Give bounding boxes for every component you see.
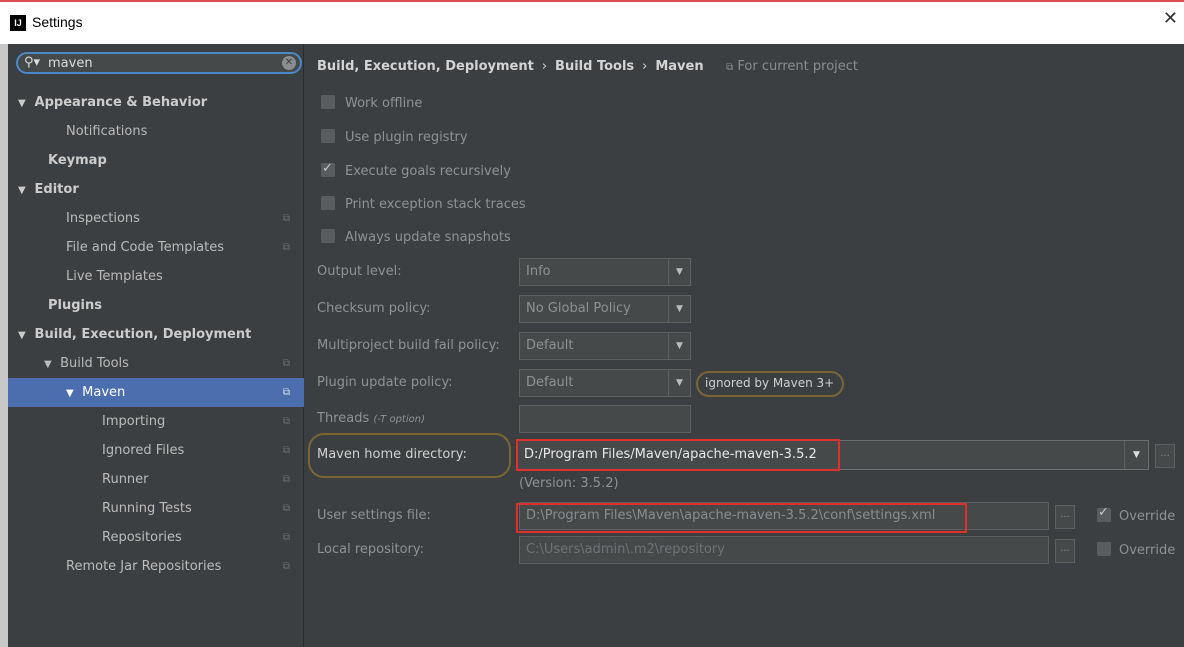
tree-item-runner[interactable]: Runner ⧉ [8, 465, 304, 494]
tree-item-appearance-behavior[interactable]: ▼ Appearance & Behavior [8, 88, 304, 117]
project-scope-icon: ⧉ [726, 62, 734, 73]
settings-content: Build, Execution, Deployment › Build Tools… [305, 44, 1184, 647]
checkbox-box-checked[interactable] [321, 158, 335, 180]
plugin-update-note: ignored by Maven 3+ [705, 376, 835, 390]
project-scope-icon: ⧉ [282, 561, 290, 572]
multiproject-fail-policy-label: Multiproject build fail policy: [317, 338, 500, 353]
maven-version-text: (Version: 3.5.2) [519, 476, 619, 491]
expand-arrow-icon[interactable]: ▼ [44, 350, 56, 379]
expand-arrow-icon[interactable]: ▼ [66, 379, 78, 408]
project-scope-icon: ⧉ [282, 532, 290, 543]
highlight-box [516, 503, 967, 533]
update-snapshots-checkbox[interactable]: Always update snapshots [321, 227, 511, 249]
project-scope-icon: ⧉ [282, 242, 290, 253]
dropdown-arrow-icon[interactable]: ▼ [668, 333, 690, 359]
checksum-policy-label: Checksum policy: [317, 301, 431, 316]
plugin-registry-checkbox[interactable]: Use plugin registry [321, 127, 468, 149]
output-level-label: Output level: [317, 264, 402, 279]
dropdown-arrow-icon[interactable]: ▼ [668, 259, 690, 285]
project-scope-icon: ⧉ [282, 358, 290, 369]
tree-item-repositories[interactable]: Repositories ⧉ [8, 523, 304, 552]
user-settings-label: User settings file: [317, 508, 431, 523]
expand-arrow-icon[interactable]: ▼ [18, 89, 30, 118]
project-scope-icon: ⧉ [282, 387, 290, 398]
browse-button[interactable]: ... [1155, 444, 1175, 468]
checkbox-box[interactable] [321, 229, 335, 243]
tree-item-build-tools[interactable]: ▼ Build Tools ⧉ [8, 349, 304, 378]
tree-item-file-code-templates[interactable]: File and Code Templates ⧉ [8, 233, 304, 262]
expand-arrow-icon[interactable]: ▼ [18, 321, 30, 350]
dropdown-arrow-icon[interactable]: ▼ [668, 296, 690, 322]
tree-item-remote-jar-repositories[interactable]: Remote Jar Repositories ⧉ [8, 552, 304, 581]
dropdown-arrow-icon[interactable]: ▼ [668, 370, 690, 396]
plugin-update-policy-label: Plugin update policy: [317, 375, 453, 390]
tree-item-build-execution-deployment[interactable]: ▼ Build, Execution, Deployment [8, 320, 304, 349]
goals-recursive-checkbox[interactable]: Execute goals recursively [321, 158, 511, 183]
settings-sidebar: ⚲▾ ✕ ▼ Appearance & Behavior Notificatio… [8, 44, 304, 647]
checkbox-box[interactable] [321, 129, 335, 143]
tree-item-live-templates[interactable]: Live Templates [8, 262, 304, 291]
search-box[interactable]: ⚲▾ ✕ [16, 52, 302, 74]
local-repository-input[interactable]: C:\Users\admin\.m2\repository [519, 536, 1049, 564]
search-icon: ⚲▾ [24, 55, 41, 70]
highlight-box [516, 439, 840, 471]
checkbox-box-checked[interactable] [1097, 503, 1111, 523]
title-bar: IJ Settings ✕ [0, 0, 1184, 44]
project-scope-icon: ⧉ [282, 503, 290, 514]
project-scope-note: ⧉ For current project [726, 59, 859, 74]
threads-input[interactable] [519, 405, 691, 433]
browse-button[interactable]: ... [1055, 505, 1075, 529]
tree-item-maven[interactable]: ▼ Maven ⧉ [8, 378, 304, 407]
work-offline-checkbox[interactable]: Work offline [321, 93, 422, 115]
tree-item-inspections[interactable]: Inspections ⧉ [8, 204, 304, 233]
output-level-select[interactable]: Info ▼ [519, 258, 691, 286]
local-repository-label: Local repository: [317, 542, 424, 557]
dropdown-arrow-icon[interactable]: ▼ [1124, 441, 1148, 469]
project-scope-icon: ⧉ [282, 474, 290, 485]
project-scope-icon: ⧉ [282, 213, 290, 224]
multiproject-fail-policy-select[interactable]: Default ▼ [519, 332, 691, 360]
plugin-update-policy-select[interactable]: Default ▼ [519, 369, 691, 397]
tree-item-notifications[interactable]: Notifications [8, 117, 304, 146]
project-scope-icon: ⧉ [282, 445, 290, 456]
checksum-policy-select[interactable]: No Global Policy ▼ [519, 295, 691, 323]
project-scope-icon: ⧉ [282, 416, 290, 427]
checkbox-box[interactable] [321, 95, 335, 109]
window-title: Settings [32, 14, 83, 30]
maven-home-label: Maven home directory: [317, 447, 467, 462]
clear-search-icon[interactable]: ✕ [282, 56, 296, 70]
intellij-icon: IJ [10, 15, 26, 31]
threads-label: Threads (-T option) [317, 411, 425, 426]
user-settings-override-checkbox[interactable]: Override [1097, 503, 1175, 527]
breadcrumb: Build, Execution, Deployment › Build Tools… [317, 59, 859, 74]
close-icon[interactable]: ✕ [1163, 10, 1178, 28]
tree-item-editor[interactable]: ▼ Editor [8, 175, 304, 204]
checkbox-box[interactable] [1097, 542, 1111, 556]
tree-item-importing[interactable]: Importing ⧉ [8, 407, 304, 436]
browse-button[interactable]: ... [1055, 539, 1075, 563]
tree-item-plugins[interactable]: Plugins [8, 291, 304, 320]
background-strip [0, 44, 8, 647]
local-repository-override-checkbox[interactable]: Override [1097, 541, 1175, 561]
tree-item-running-tests[interactable]: Running Tests ⧉ [8, 494, 304, 523]
tree-item-keymap[interactable]: Keymap [8, 146, 304, 175]
checkbox-box[interactable] [321, 196, 335, 210]
tree-item-ignored-files[interactable]: Ignored Files ⧉ [8, 436, 304, 465]
exception-traces-checkbox[interactable]: Print exception stack traces [321, 194, 526, 216]
expand-arrow-icon[interactable]: ▼ [18, 176, 30, 205]
search-input[interactable] [48, 55, 268, 71]
